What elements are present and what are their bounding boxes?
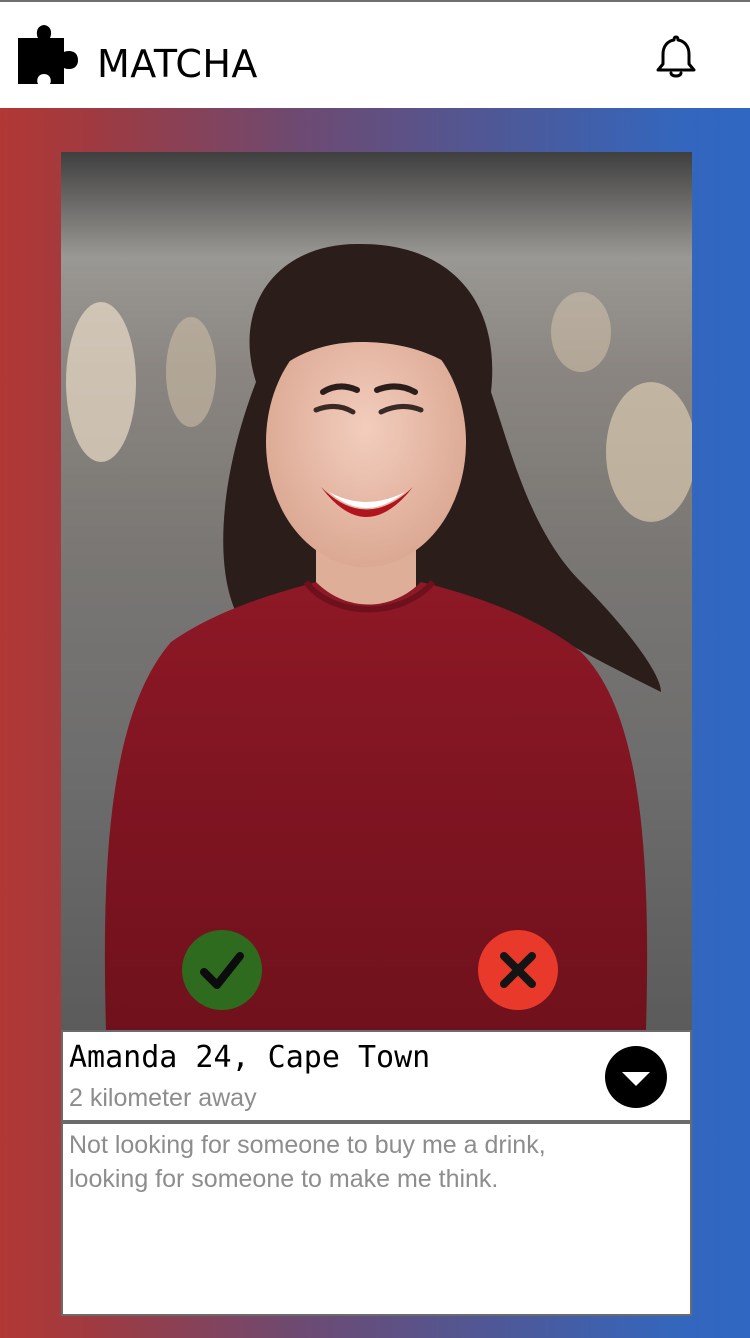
profile-info-panel: Amanda 24, Cape Town 2 kilometer away <box>61 1030 692 1122</box>
profile-photo[interactable] <box>61 152 692 1030</box>
puzzle-piece-icon[interactable] <box>16 22 82 88</box>
like-button[interactable] <box>182 930 262 1010</box>
profile-bio: Not looking for someone to buy me a drin… <box>69 1131 546 1193</box>
checkmark-icon <box>200 952 244 989</box>
profile-name: Amanda 24, Cape Town <box>69 1040 431 1075</box>
app-title: MATCHA <box>97 42 258 86</box>
dislike-button[interactable] <box>478 930 558 1010</box>
bell-icon[interactable] <box>654 34 698 80</box>
chevron-down-icon <box>622 1072 650 1086</box>
profile-bio-panel: Not looking for someone to buy me a drin… <box>61 1122 692 1316</box>
expand-profile-button[interactable] <box>605 1046 667 1108</box>
profile-distance: 2 kilometer away <box>69 1084 257 1112</box>
top-bar: MATCHA <box>0 0 750 108</box>
close-icon <box>500 952 536 988</box>
